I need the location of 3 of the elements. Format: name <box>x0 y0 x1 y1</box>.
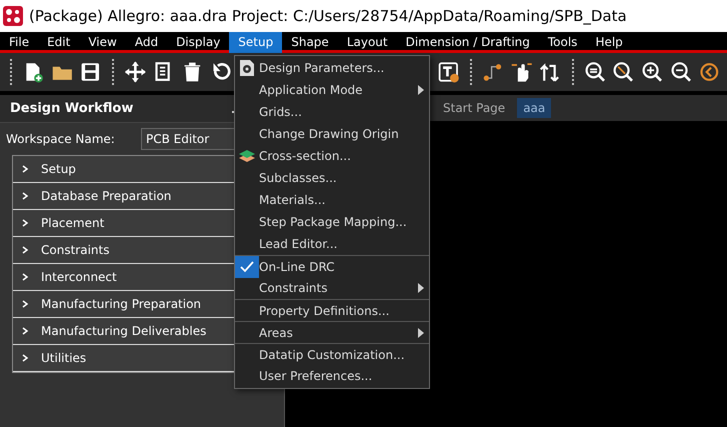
field-label: Workspace Name: <box>6 131 116 148</box>
window-title: (Package) Allegro: aaa.dra Project: C:/Users/28754/AppData/Roaming/SPB_Data <box>29 6 627 27</box>
panel-title: Design Workflow <box>10 100 134 118</box>
